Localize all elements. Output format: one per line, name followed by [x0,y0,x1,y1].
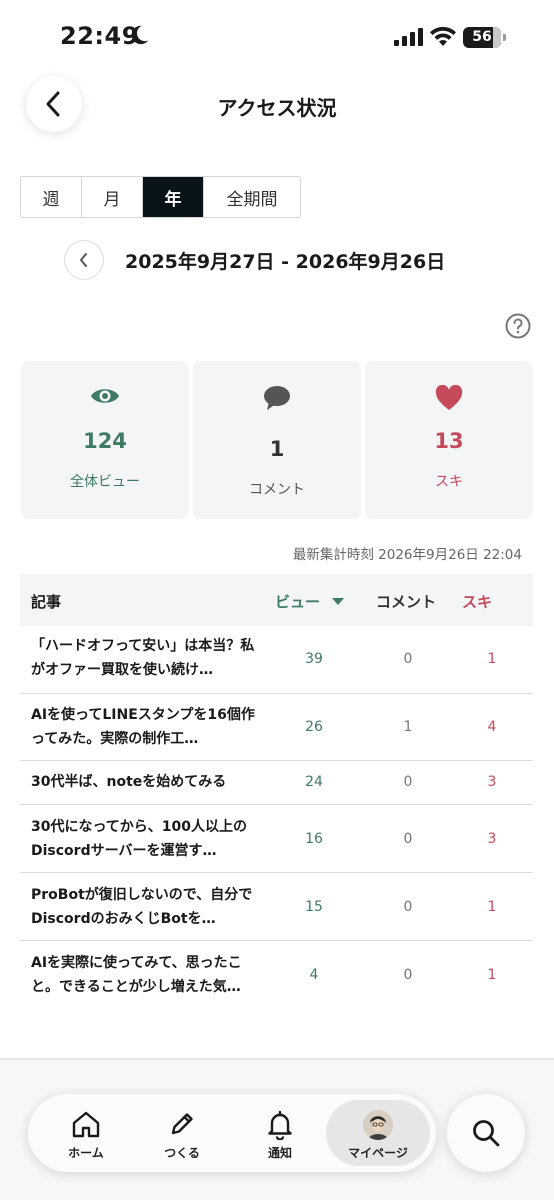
article-comments: 0 [403,831,413,847]
bell-icon [268,1110,292,1140]
article-views: 4 [309,967,319,983]
column-header-comments[interactable]: コメント [376,591,436,612]
nav-notifications[interactable]: 通知 [230,1100,330,1166]
speech-bubble-icon [264,386,290,410]
table-row[interactable]: AIを実際に使ってみて、思ったこと。できることが少し増えた気… 4 0 1 [20,941,533,1009]
stat-views-value: 124 [83,429,127,453]
battery-indicator: 56 [463,27,507,48]
article-likes: 1 [487,651,497,667]
wifi-icon [430,26,456,46]
stat-card-comments: 1 コメント [193,361,361,519]
home-icon [72,1111,100,1138]
avatar [363,1110,393,1140]
table-row[interactable]: 「ハードオフって安い」は本当？私がオファー買取を使い続け… 39 0 1 [20,626,533,694]
article-comments: 0 [403,967,413,983]
cellular-signal-icon [394,28,423,46]
stat-comments-value: 1 [269,437,285,461]
article-views: 16 [305,831,323,847]
tab-year[interactable]: 年 [143,177,204,217]
table-row[interactable]: 30代になってから、100人以上のDiscordサーバーを運営す… 16 0 3 [20,805,533,873]
table-header: 記事 ビュー コメント スキ [20,574,533,626]
stat-views-label: 全体ビュー [70,474,140,490]
article-title[interactable]: AIを実際に使ってみて、思ったこと。できることが少し増えた気… [31,951,263,999]
stat-likes-value: 13 [434,429,464,453]
nav-notifications-label: 通知 [267,1146,292,1160]
eye-icon [91,389,119,403]
nav-home-label: ホーム [68,1146,104,1160]
article-comments: 0 [403,899,413,915]
article-likes: 1 [487,899,497,915]
period-tabs: 週 月 年 全期間 [20,176,301,218]
tab-all-time[interactable]: 全期間 [204,177,300,217]
last-updated-timestamp: 最新集計時刻 2026年9月26日 22:04 [292,547,522,563]
stat-card-views: 124 全体ビュー [21,361,189,519]
article-title[interactable]: 「ハードオフって安い」は本当？私がオファー買取を使い続け… [31,634,263,682]
help-icon[interactable] [505,313,531,339]
nav-my-page-label: マイページ [348,1146,408,1160]
moon-icon [131,25,149,45]
article-views: 26 [305,719,323,735]
table-row[interactable]: ProBotが復旧しないので、自分でDiscordのおみくじBotを… 15 0… [20,873,533,941]
pencil-icon [171,1113,193,1135]
page-title: アクセス状況 [217,96,337,120]
article-comments: 0 [403,651,413,667]
nav-create-label: つくる [164,1146,200,1160]
previous-period-button[interactable] [64,240,104,280]
table-row[interactable]: AIを使ってLINEスタンプを16個作ってみた。実際の制作工… 26 1 4 [20,694,533,761]
article-views: 15 [305,899,323,915]
article-title[interactable]: ProBotが復旧しないので、自分でDiscordのおみくじBotを… [31,883,263,931]
nav-my-page[interactable]: マイページ [326,1100,430,1166]
column-header-article: 記事 [31,593,62,611]
chevron-left-icon [80,253,87,267]
heart-icon [435,385,463,410]
article-title[interactable]: 30代になってから、100人以上のDiscordサーバーを運営す… [31,815,263,863]
nav-home[interactable]: ホーム [36,1100,136,1166]
article-likes: 3 [487,774,497,790]
battery-level: 56 [463,27,501,48]
tab-week[interactable]: 週 [21,177,82,217]
nav-create[interactable]: つくる [132,1100,232,1166]
stat-likes-label: スキ [435,474,463,490]
table-row[interactable]: 30代半ば、noteを始めてみる 24 0 3 [20,761,533,805]
status-bar: 22:49 56 [0,0,554,76]
article-title[interactable]: 30代半ば、noteを始めてみる [31,770,263,794]
search-button[interactable] [447,1094,525,1172]
column-header-likes[interactable]: スキ [462,591,492,612]
tab-month[interactable]: 月 [82,177,143,217]
sort-descending-icon [332,598,345,605]
article-comments: 0 [403,774,413,790]
date-range: 2025年9月27日 - 2026年9月26日 [125,251,446,273]
article-views: 39 [305,651,323,667]
article-comments: 1 [403,719,413,735]
stat-comments-label: コメント [249,482,305,498]
article-likes: 3 [487,831,497,847]
article-likes: 4 [487,719,497,735]
search-icon [473,1120,500,1147]
article-title[interactable]: AIを使ってLINEスタンプを16個作ってみた。実際の制作工… [31,703,263,751]
article-likes: 1 [487,967,497,983]
article-views: 24 [305,774,323,790]
column-header-views[interactable]: ビュー [275,591,345,612]
bottom-navigation: ホーム つくる 通知 マイページ [28,1094,436,1172]
stat-card-likes: 13 スキ [365,361,533,519]
